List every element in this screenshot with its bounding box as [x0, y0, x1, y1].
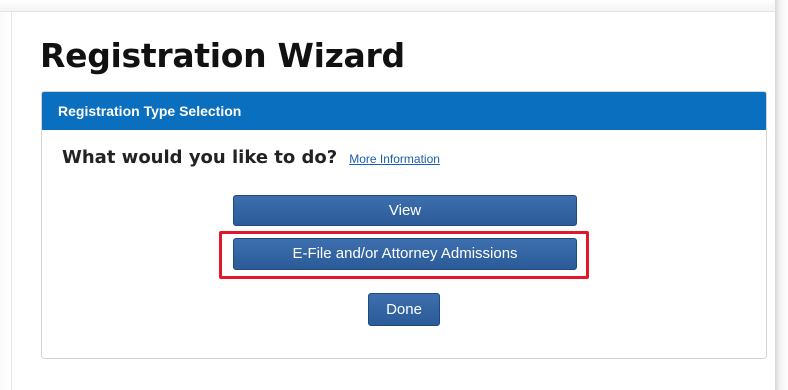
- panel-header: Registration Type Selection: [42, 92, 766, 130]
- window-left-edge: [0, 12, 12, 390]
- window-top-edge: [0, 0, 775, 12]
- page-title: Registration Wizard: [40, 36, 405, 75]
- question-row: What would you like to do? More Informat…: [62, 147, 440, 168]
- screenshot-frame: Registration Wizard Registration Type Se…: [0, 0, 788, 390]
- question-text: What would you like to do?: [62, 147, 338, 168]
- done-button[interactable]: Done: [368, 293, 440, 326]
- registration-type-panel: Registration Type Selection What would y…: [41, 91, 767, 359]
- more-information-link[interactable]: More Information: [349, 152, 440, 166]
- window-right-edge: [775, 0, 788, 390]
- efile-attorney-admissions-button[interactable]: E-File and/or Attorney Admissions: [233, 238, 577, 270]
- view-button[interactable]: View: [233, 195, 577, 226]
